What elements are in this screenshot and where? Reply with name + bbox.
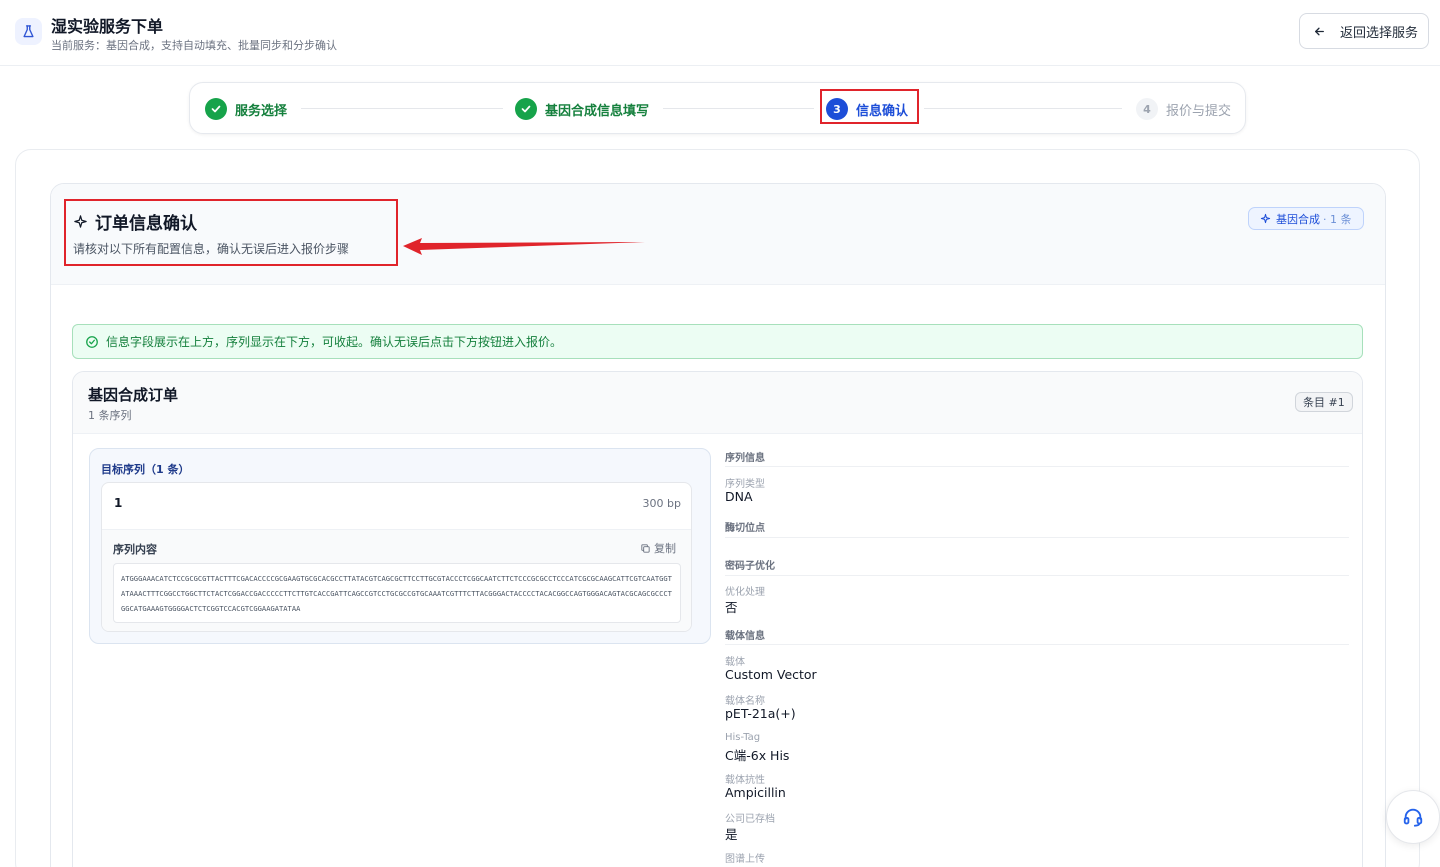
resistance-value: Ampicillin <box>725 785 786 800</box>
app-header: 湿实验服务下单 当前服务：基因合成，支持自动填充、批量同步和分步确认 返回选择服… <box>0 0 1440 66</box>
customer-support-button[interactable] <box>1386 790 1440 844</box>
info-banner: 信息字段展示在上方，序列显示在下方，可收起。确认无误后点击下方按钮进入报价。 <box>72 324 1363 359</box>
divider <box>725 466 1349 467</box>
annotation-highlight-box <box>64 199 398 266</box>
step-label: 基因合成信息填写 <box>545 103 650 119</box>
divider <box>725 644 1349 645</box>
step-gene-info[interactable]: 基因合成信息填写 <box>515 97 649 121</box>
copy-label: 复制 <box>654 542 676 555</box>
vector-name-value: pET-21a(+) <box>725 706 796 721</box>
service-type-count: · 1 条 <box>1323 212 1352 226</box>
step-number: 4 <box>1136 98 1158 120</box>
seq-type-label: 序列类型 <box>725 479 765 490</box>
step-quote-submit[interactable]: 4 报价与提交 <box>1136 97 1231 121</box>
sparkle-icon <box>1260 213 1271 224</box>
stocked-value: 是 <box>725 827 738 842</box>
back-to-services-button[interactable]: 返回选择服务 <box>1299 13 1429 49</box>
info-banner-text: 信息字段展示在上方，序列显示在下方，可收起。确认无误后点击下方按钮进入报价。 <box>106 335 563 349</box>
step-connector <box>924 108 1122 109</box>
order-card-header: 基因合成订单 1 条序列 条目 #1 <box>73 372 1362 434</box>
target-sequence-title: 目标序列（1 条） <box>101 463 190 476</box>
confirm-card-header: 订单信息确认 请核对以下所有配置信息，确认无误后进入报价步骤 基因合成 · 1 … <box>51 184 1385 285</box>
map-upload-label: 图谱上传 <box>725 854 765 865</box>
optimize-value: 否 <box>725 600 738 615</box>
check-icon <box>205 98 227 120</box>
stocked-label: 公司已存档 <box>725 814 775 825</box>
page-subtitle: 当前服务：基因合成，支持自动填充、批量同步和分步确认 <box>51 39 337 52</box>
page-title: 湿实验服务下单 <box>51 17 164 36</box>
back-button-label: 返回选择服务 <box>1340 25 1419 41</box>
step-connector <box>301 108 503 109</box>
service-type-label: 基因合成 <box>1276 212 1320 226</box>
step-service-select[interactable]: 服务选择 <box>205 97 287 121</box>
sequence-index: 1 <box>114 496 123 510</box>
arrow-left-icon <box>1315 27 1324 35</box>
vector-label: 载体 <box>725 657 745 668</box>
gene-synthesis-order-card: 基因合成订单 1 条序列 条目 #1 目标序列（1 条） 1 300 bp 序列… <box>72 371 1363 867</box>
vector-value: Custom Vector <box>725 667 817 682</box>
divider <box>725 537 1349 538</box>
check-circle-icon <box>86 335 98 348</box>
divider <box>725 575 1349 576</box>
seq-info-header: 序列信息 <box>725 453 765 464</box>
his-tag-label: His-Tag <box>725 732 761 743</box>
seq-type-value: DNA <box>725 489 753 504</box>
order-sequence-count: 1 条序列 <box>88 409 132 422</box>
target-sequence-panel: 目标序列（1 条） 1 300 bp 序列内容 复制 ATGGGAAACATCT… <box>89 448 711 644</box>
copy-icon <box>641 543 650 553</box>
sequence-content-text: ATGGGAAACATCTCCGCGCGTTACTTTCGACACCCCGCGA… <box>113 563 681 623</box>
annotation-highlight-box <box>820 89 919 124</box>
annotation-arrow <box>403 238 645 255</box>
vector-name-label: 载体名称 <box>725 696 765 707</box>
sequence-content-label: 序列内容 <box>113 543 157 556</box>
headset-icon <box>1403 808 1423 827</box>
progress-stepper: 服务选择 基因合成信息填写 3 信息确认 4 报价与提交 <box>189 82 1246 134</box>
resistance-label: 载体抗性 <box>725 775 765 786</box>
sequence-content-area: 序列内容 复制 ATGGGAAACATCTCCGCGCGTTACTTTCGACA… <box>102 529 691 631</box>
check-icon <box>515 98 537 120</box>
step-label: 报价与提交 <box>1166 103 1232 119</box>
item-number-badge: 条目 #1 <box>1295 392 1353 412</box>
his-tag-value: C端-6x His <box>725 748 790 763</box>
flask-icon <box>15 18 42 45</box>
sequence-length: 300 bp <box>642 497 681 510</box>
service-type-badge: 基因合成 · 1 条 <box>1248 207 1364 230</box>
sequence-item: 1 300 bp 序列内容 复制 ATGGGAAACATCTCCGCGCGTTA… <box>101 482 692 632</box>
optimize-label: 优化处理 <box>725 587 765 598</box>
sequence-item-header[interactable]: 1 300 bp <box>102 483 691 529</box>
codon-header: 密码子优化 <box>725 561 775 572</box>
copy-sequence-button[interactable]: 复制 <box>640 540 676 556</box>
step-label: 服务选择 <box>235 103 288 119</box>
step-connector <box>663 108 814 109</box>
cut-site-label: 酶切位点 <box>725 523 765 534</box>
order-title: 基因合成订单 <box>88 386 179 404</box>
vector-header: 载体信息 <box>725 631 765 642</box>
